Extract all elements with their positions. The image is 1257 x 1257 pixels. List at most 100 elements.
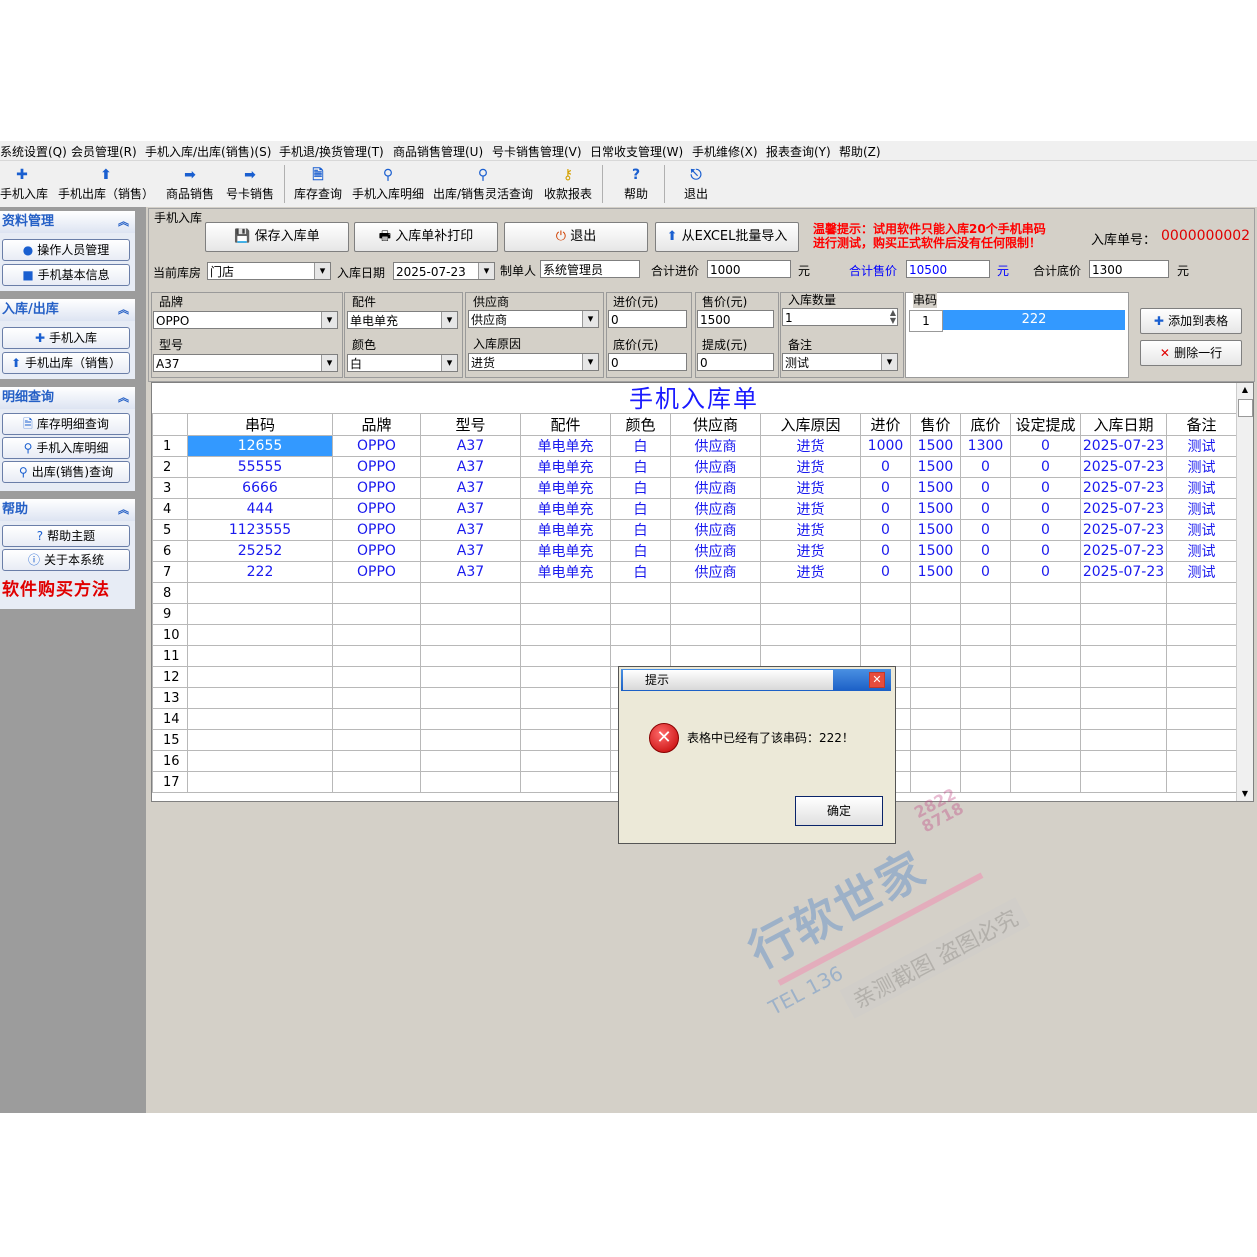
menu-system[interactable]: 系统设置(Q) xyxy=(0,143,67,160)
group-header[interactable]: 明细查询 ︽ xyxy=(0,387,135,409)
table-cell[interactable] xyxy=(420,624,521,646)
toolbar-stock-in-detail[interactable]: ⚲ 手机入库明细 xyxy=(350,161,426,205)
column-header[interactable]: 配件 xyxy=(520,413,611,436)
table-cell[interactable]: 0 xyxy=(1010,435,1081,457)
table-cell[interactable]: 白 xyxy=(610,519,671,541)
table-cell[interactable]: 444 xyxy=(187,498,333,520)
table-cell[interactable]: 供应商 xyxy=(670,456,761,478)
table-cell[interactable]: OPPO xyxy=(332,498,421,520)
table-cell[interactable] xyxy=(1080,603,1167,625)
buy-link[interactable]: 软件购买方法 xyxy=(2,575,110,600)
table-cell[interactable]: 单电单充 xyxy=(520,435,611,457)
table-cell[interactable]: 0 xyxy=(1010,498,1081,520)
table-cell[interactable] xyxy=(1080,582,1167,604)
ok-button[interactable]: 确定 xyxy=(795,796,883,826)
column-header[interactable]: 售价 xyxy=(910,413,961,436)
column-header[interactable] xyxy=(152,413,188,436)
table-cell[interactable]: 供应商 xyxy=(670,540,761,562)
menu-repair[interactable]: 手机维修(X) xyxy=(692,143,758,160)
table-row[interactable]: 3 6666 OPPO A37 单电单充白供应商 进货 0 1500 0 0 2025-07-23 测… xyxy=(152,477,1237,499)
table-cell[interactable]: 白 xyxy=(610,477,671,499)
table-cell[interactable] xyxy=(1010,687,1081,709)
table-cell[interactable]: 1500 xyxy=(910,435,961,457)
table-cell[interactable] xyxy=(960,603,1011,625)
table-cell[interactable] xyxy=(420,771,521,793)
column-header[interactable]: 串码 xyxy=(187,413,333,436)
note-select[interactable]: 测试 xyxy=(782,353,898,371)
table-cell[interactable]: 测试 xyxy=(1166,561,1237,583)
table-cell[interactable]: 0 xyxy=(1010,519,1081,541)
table-cell[interactable] xyxy=(910,729,961,751)
table-cell[interactable] xyxy=(1166,771,1237,793)
table-cell[interactable]: 2025-07-23 xyxy=(1080,519,1167,541)
scroll-down-icon[interactable]: ▼ xyxy=(1237,787,1253,801)
accessory-select[interactable]: 单电单充 xyxy=(347,311,458,329)
table-cell[interactable] xyxy=(520,666,611,688)
table-cell[interactable]: 0 xyxy=(1010,561,1081,583)
table-cell[interactable]: OPPO xyxy=(332,477,421,499)
table-cell[interactable] xyxy=(1080,729,1167,751)
table-cell[interactable] xyxy=(520,771,611,793)
column-header[interactable]: 设定提成 xyxy=(1010,413,1081,436)
table-row[interactable]: 9 xyxy=(152,603,1237,625)
table-row[interactable]: 10 xyxy=(152,624,1237,646)
table-cell[interactable] xyxy=(420,687,521,709)
table-cell[interactable]: 1500 xyxy=(910,498,961,520)
table-cell[interactable]: OPPO xyxy=(332,540,421,562)
table-cell[interactable]: 0 xyxy=(860,498,911,520)
table-cell[interactable] xyxy=(332,666,421,688)
table-cell[interactable] xyxy=(520,624,611,646)
table-cell[interactable]: 0 xyxy=(860,519,911,541)
price-field[interactable]: 1500 xyxy=(697,310,774,328)
table-cell[interactable] xyxy=(1166,750,1237,772)
table-cell[interactable]: 2025-07-23 xyxy=(1080,435,1167,457)
column-header[interactable]: 型号 xyxy=(420,413,521,436)
table-cell[interactable] xyxy=(1010,666,1081,688)
add-to-table-button[interactable]: ✚ 添加到表格 xyxy=(1140,308,1242,334)
table-cell[interactable] xyxy=(610,645,671,667)
table-cell[interactable]: 0 xyxy=(1010,540,1081,562)
table-cell[interactable] xyxy=(420,708,521,730)
table-cell[interactable] xyxy=(1010,729,1081,751)
table-cell[interactable] xyxy=(910,687,961,709)
table-cell[interactable] xyxy=(1080,645,1167,667)
toolbar-inventory[interactable]: 🗎 库存查询 xyxy=(290,161,346,205)
table-cell[interactable] xyxy=(760,603,861,625)
table-cell[interactable] xyxy=(860,582,911,604)
table-cell[interactable]: 供应商 xyxy=(670,561,761,583)
table-cell[interactable] xyxy=(760,582,861,604)
table-cell[interactable] xyxy=(960,624,1011,646)
table-cell[interactable] xyxy=(332,645,421,667)
toolbar-flex-query[interactable]: ⚲ 出库/销售灵活查询 xyxy=(430,161,536,205)
table-cell[interactable] xyxy=(670,645,761,667)
table-cell[interactable] xyxy=(1080,624,1167,646)
table-cell[interactable] xyxy=(1010,645,1081,667)
table-cell[interactable]: 0 xyxy=(1010,456,1081,478)
table-cell[interactable] xyxy=(332,750,421,772)
table-cell[interactable]: 0 xyxy=(860,540,911,562)
table-cell[interactable]: A37 xyxy=(420,498,521,520)
delete-row-button[interactable]: ✕ 删除一行 xyxy=(1140,340,1242,366)
table-cell[interactable] xyxy=(910,582,961,604)
table-cell[interactable]: 1500 xyxy=(910,561,961,583)
table-cell[interactable]: 进货 xyxy=(760,456,861,478)
table-cell[interactable] xyxy=(1166,624,1237,646)
table-cell[interactable]: OPPO xyxy=(332,561,421,583)
table-cell[interactable] xyxy=(1166,603,1237,625)
table-cell[interactable] xyxy=(960,750,1011,772)
table-cell[interactable] xyxy=(187,708,333,730)
sidebar-item-stock-in-detail[interactable]: ⚲ 手机入库明细 xyxy=(2,437,130,459)
table-row[interactable]: 8 xyxy=(152,582,1237,604)
table-cell[interactable] xyxy=(332,729,421,751)
table-cell[interactable]: 25252 xyxy=(187,540,333,562)
table-cell[interactable] xyxy=(520,582,611,604)
exit-button[interactable]: ⏻ 退出 xyxy=(504,222,648,252)
table-cell[interactable] xyxy=(1010,603,1081,625)
table-cell[interactable]: 0 xyxy=(960,456,1011,478)
column-header[interactable]: 入库原因 xyxy=(760,413,861,436)
table-cell[interactable]: OPPO xyxy=(332,435,421,457)
column-header[interactable]: 颜色 xyxy=(610,413,671,436)
menu-finance[interactable]: 日常收支管理(W) xyxy=(590,143,683,160)
menu-help[interactable]: 帮助(Z) xyxy=(839,143,881,160)
table-cell[interactable]: 0 xyxy=(860,477,911,499)
